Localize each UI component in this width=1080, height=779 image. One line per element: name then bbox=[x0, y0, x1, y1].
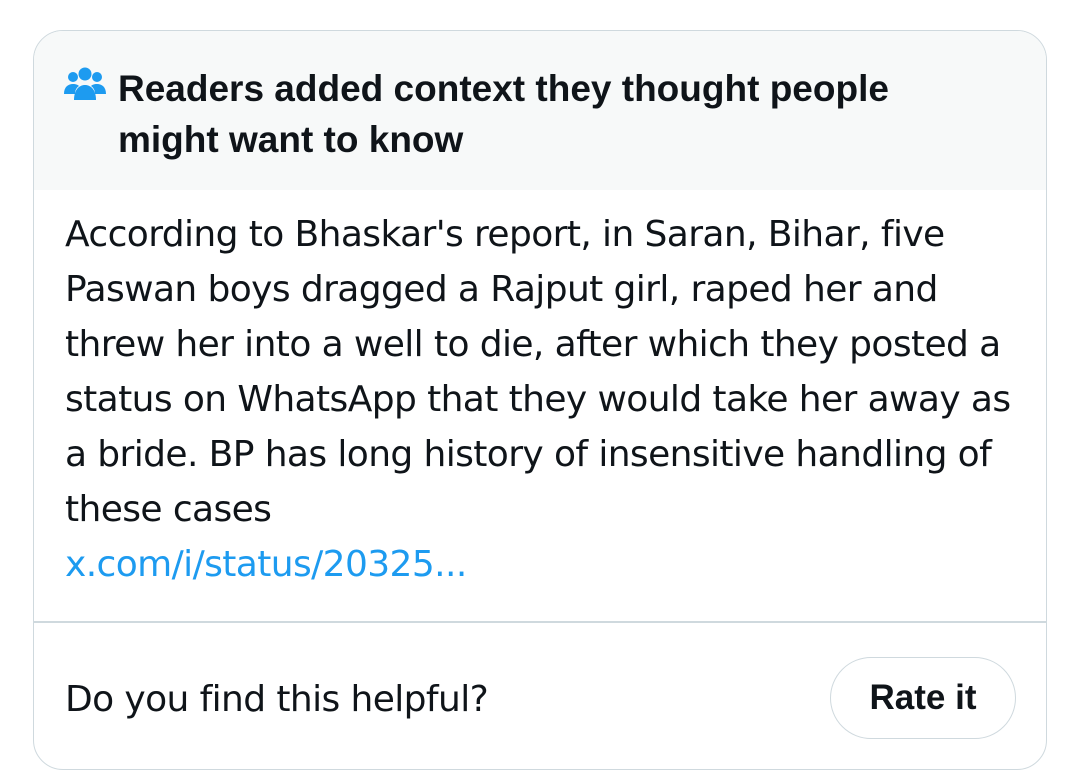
rate-it-button[interactable]: Rate it bbox=[830, 657, 1016, 739]
note-header: Readers added context they thought peopl… bbox=[34, 31, 1046, 190]
note-title: Readers added context they thought peopl… bbox=[118, 68, 889, 160]
readers-group-icon bbox=[64, 67, 106, 101]
note-body: According to Bhaskar's report, in Saran,… bbox=[65, 207, 1020, 592]
community-note-card: Readers added context they thought peopl… bbox=[33, 30, 1047, 770]
helpful-question: Do you find this helpful? bbox=[65, 679, 489, 720]
note-text: According to Bhaskar's report, in Saran,… bbox=[65, 214, 1011, 530]
divider bbox=[34, 621, 1046, 623]
source-link[interactable]: x.com/i/status/20325... bbox=[65, 537, 1020, 592]
